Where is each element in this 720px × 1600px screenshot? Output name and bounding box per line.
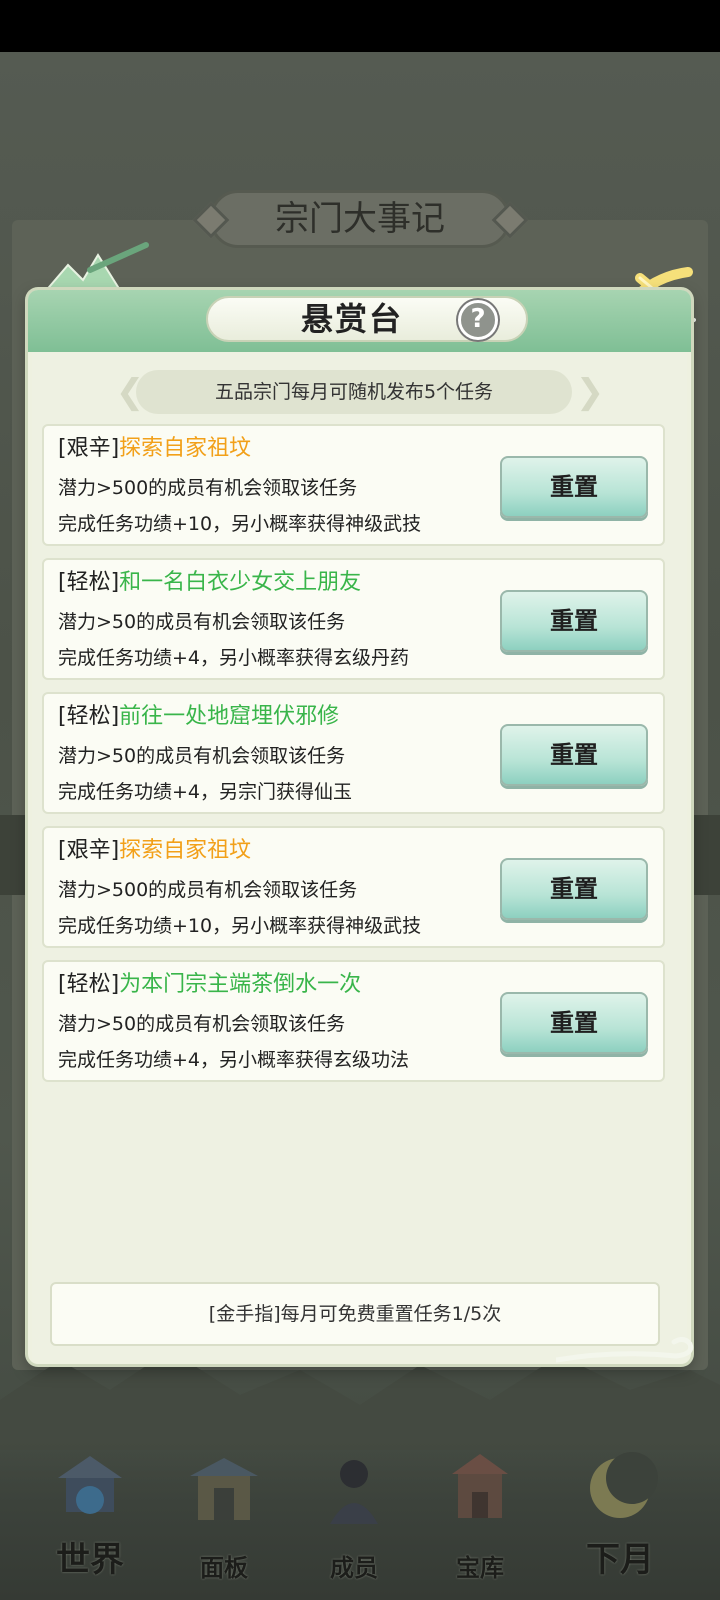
nav-item-next-month[interactable]: 下月 (560, 1440, 680, 1600)
background-title: 宗门大事记 (275, 199, 445, 239)
cloud-scroll-decoration-icon (556, 1336, 694, 1363)
task-requirement: 潜力>50的成员有机会领取该任务 (58, 745, 346, 767)
task-reward: 完成任务功绩+4，另小概率获得玄级功法 (58, 1049, 410, 1071)
task-difficulty-tag: [轻松] (58, 972, 120, 997)
treasury-tower-icon (452, 1454, 508, 1518)
task-requirement: 潜力>50的成员有机会领取该任务 (58, 611, 346, 633)
task-list: [艰辛]探索自家祖坟 潜力>500的成员有机会领取该任务 完成任务功绩+10，另… (42, 424, 665, 1094)
reset-button[interactable]: 重置 (500, 590, 648, 652)
task-reward: 完成任务功绩+10，另小概率获得神级武技 (58, 513, 422, 535)
task-card: [轻松]为本门宗主端茶倒水一次 潜力>50的成员有机会领取该任务 完成任务功绩+… (42, 960, 665, 1082)
modal-body: ❮ 五品宗门每月可随机发布5个任务 ❯ [艰辛]探索自家祖坟 潜力>500的成员… (32, 352, 687, 1360)
member-figure-icon (330, 1460, 378, 1524)
task-card: [轻松]前往一处地窟埋伏邪修 潜力>50的成员有机会领取该任务 完成任务功绩+4… (42, 692, 665, 814)
task-card: [轻松]和一名白衣少女交上朋友 潜力>50的成员有机会领取该任务 完成任务功绩+… (42, 558, 665, 680)
nav-item-members[interactable]: 成员 (294, 1440, 414, 1600)
task-difficulty-tag: [艰辛] (58, 838, 120, 863)
task-difficulty-tag: [艰辛] (58, 436, 120, 461)
bounty-board-modal: 悬赏台 ? ❮ 五品宗门每月可随机发布5个任务 ❯ [艰辛]探索自家祖坟 潜力>… (28, 290, 691, 1364)
task-title: [艰辛]探索自家祖坟 (58, 836, 251, 866)
task-difficulty-tag: [轻松] (58, 570, 120, 595)
task-requirement: 潜力>500的成员有机会领取该任务 (58, 879, 358, 901)
bottom-nav: 世界 面板 成员 宝库 下月 (0, 1440, 720, 1600)
task-title: [轻松]前往一处地窟埋伏邪修 (58, 702, 339, 732)
status-bar (0, 0, 720, 52)
task-name: 探索自家祖坟 (119, 436, 252, 461)
task-difficulty-tag: [轻松] (58, 704, 120, 729)
nav-label-treasury: 宝库 (456, 1553, 504, 1582)
reset-button[interactable]: 重置 (500, 858, 648, 920)
task-name: 为本门宗主端茶倒水一次 (119, 972, 362, 997)
nav-item-world[interactable]: 世界 (30, 1440, 150, 1600)
task-title: [轻松]和一名白衣少女交上朋友 (58, 568, 361, 598)
modal-header: 悬赏台 ? (28, 290, 691, 352)
nav-label-next-month: 下月 (586, 1540, 654, 1580)
task-title: [艰辛]探索自家祖坟 (58, 434, 251, 464)
reset-button[interactable]: 重置 (500, 724, 648, 786)
task-card: [艰辛]探索自家祖坟 潜力>500的成员有机会领取该任务 完成任务功绩+10，另… (42, 424, 665, 546)
task-reward: 完成任务功绩+4，另宗门获得仙玉 (58, 781, 353, 803)
world-palace-icon (58, 1456, 122, 1514)
panel-gate-icon (190, 1458, 258, 1520)
task-title: [轻松]为本门宗主端茶倒水一次 (58, 970, 361, 1000)
nav-label-world: 世界 (56, 1540, 124, 1580)
task-requirement: 潜力>50的成员有机会领取该任务 (58, 1013, 346, 1035)
chevron-right-ornament-icon: ❯ (575, 372, 605, 412)
nav-label-members: 成员 (330, 1553, 378, 1582)
help-question-icon[interactable]: ? (458, 300, 498, 340)
nav-item-panel[interactable]: 面板 (164, 1440, 284, 1600)
crescent-moon-icon (590, 1452, 658, 1518)
reset-button[interactable]: 重置 (500, 456, 648, 518)
task-name: 前往一处地窟埋伏邪修 (119, 704, 340, 729)
nav-label-panel: 面板 (200, 1553, 248, 1582)
task-name: 和一名白衣少女交上朋友 (119, 570, 362, 595)
subtitle-banner: ❮ 五品宗门每月可随机发布5个任务 ❯ (32, 370, 687, 414)
task-reward: 完成任务功绩+4，另小概率获得玄级丹药 (58, 647, 410, 669)
subtitle-text: 五品宗门每月可随机发布5个任务 (214, 381, 494, 403)
task-reward: 完成任务功绩+10，另小概率获得神级武技 (58, 915, 422, 937)
task-requirement: 潜力>500的成员有机会领取该任务 (58, 477, 358, 499)
task-name: 探索自家祖坟 (119, 838, 252, 863)
reset-button[interactable]: 重置 (500, 992, 648, 1054)
nav-item-treasury[interactable]: 宝库 (420, 1440, 540, 1600)
task-card: [艰辛]探索自家祖坟 潜力>500的成员有机会领取该任务 完成任务功绩+10，另… (42, 826, 665, 948)
